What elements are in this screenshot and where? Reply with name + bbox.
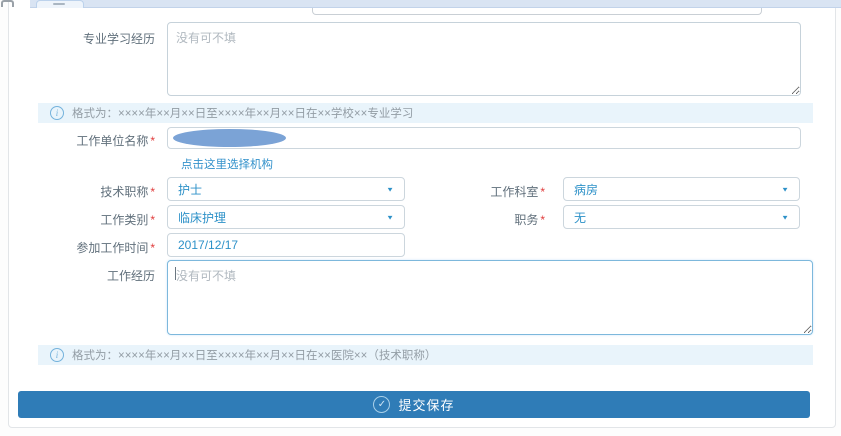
duty-label: 职务* [420,211,545,228]
chevron-down-icon: ▼ [386,185,394,192]
study-format-hint-bar: i 格式为：××××年××月××日至××××年××月××日在××学校××专业学习 [38,103,813,123]
work-experience-label: 工作经历 [20,267,155,284]
start-date-label: 参加工作时间* [20,239,155,256]
department-select[interactable]: 病房 ▼ [563,177,800,201]
unit-name-label: 工作单位名称* [20,132,155,149]
cropped-tab[interactable] [36,0,84,8]
study-experience-field-wrap [167,22,801,96]
tech-title-label: 技术职称* [20,183,155,200]
required-marker: * [540,185,545,199]
submit-save-button[interactable]: ✓ 提交保存 [18,391,810,418]
info-icon: i [50,106,64,120]
unit-name-label-text: 工作单位名称 [76,134,148,148]
work-format-hint-text: 格式为：××××年××月××日至××××年××月××日在××医院××（技术职称） [72,347,436,363]
tech-title-select[interactable]: 护士 ▼ [167,177,405,201]
check-circle-icon: ✓ [373,396,390,413]
required-marker: * [150,213,155,227]
required-marker: * [150,185,155,199]
department-label: 工作科室* [420,183,545,200]
duty-value: 无 [574,209,586,226]
work-category-value: 临床护理 [178,209,226,226]
cropped-corner-fragment [1,0,14,7]
work-format-hint-bar: i 格式为：××××年××月××日至××××年××月××日在××医院××（技术职… [38,345,813,365]
department-value: 病房 [574,181,598,198]
info-icon: i [50,348,64,362]
work-experience-field-wrap [167,260,813,335]
required-marker: * [150,241,155,255]
department-label-text: 工作科室 [490,185,538,199]
choose-organization-link[interactable]: 点击这里选择机构 [181,156,273,172]
chevron-down-icon: ▼ [386,213,394,220]
study-experience-label-text: 专业学习经历 [83,32,155,46]
cropped-tab-strip [30,0,841,8]
required-marker: * [540,213,545,227]
page: 专业学习经历 i 格式为：××××年××月××日至××××年××月××日在××学… [0,0,841,436]
tab-dash-icon [53,3,65,5]
study-experience-label: 专业学习经历 [20,30,155,47]
required-marker: * [150,134,155,148]
work-category-select[interactable]: 临床护理 ▼ [167,205,405,229]
redaction-blob [173,129,286,147]
study-format-hint-text: 格式为：××××年××月××日至××××年××月××日在××学校××专业学习 [72,105,413,121]
work-experience-textarea[interactable] [167,260,813,335]
study-experience-textarea[interactable] [167,22,801,96]
text-cursor [175,267,176,280]
duty-select[interactable]: 无 ▼ [563,205,800,229]
start-date-input[interactable] [167,233,405,257]
chevron-down-icon: ▼ [781,185,789,192]
submit-save-label: 提交保存 [398,395,454,414]
work-experience-label-text: 工作经历 [107,269,155,283]
work-category-label: 工作类别* [20,211,155,228]
work-category-label-text: 工作类别 [100,213,148,227]
tech-title-label-text: 技术职称 [100,185,148,199]
duty-label-text: 职务 [514,213,538,227]
tech-title-value: 护士 [178,181,202,198]
chevron-down-icon: ▼ [781,213,789,220]
start-date-label-text: 参加工作时间 [76,241,148,255]
